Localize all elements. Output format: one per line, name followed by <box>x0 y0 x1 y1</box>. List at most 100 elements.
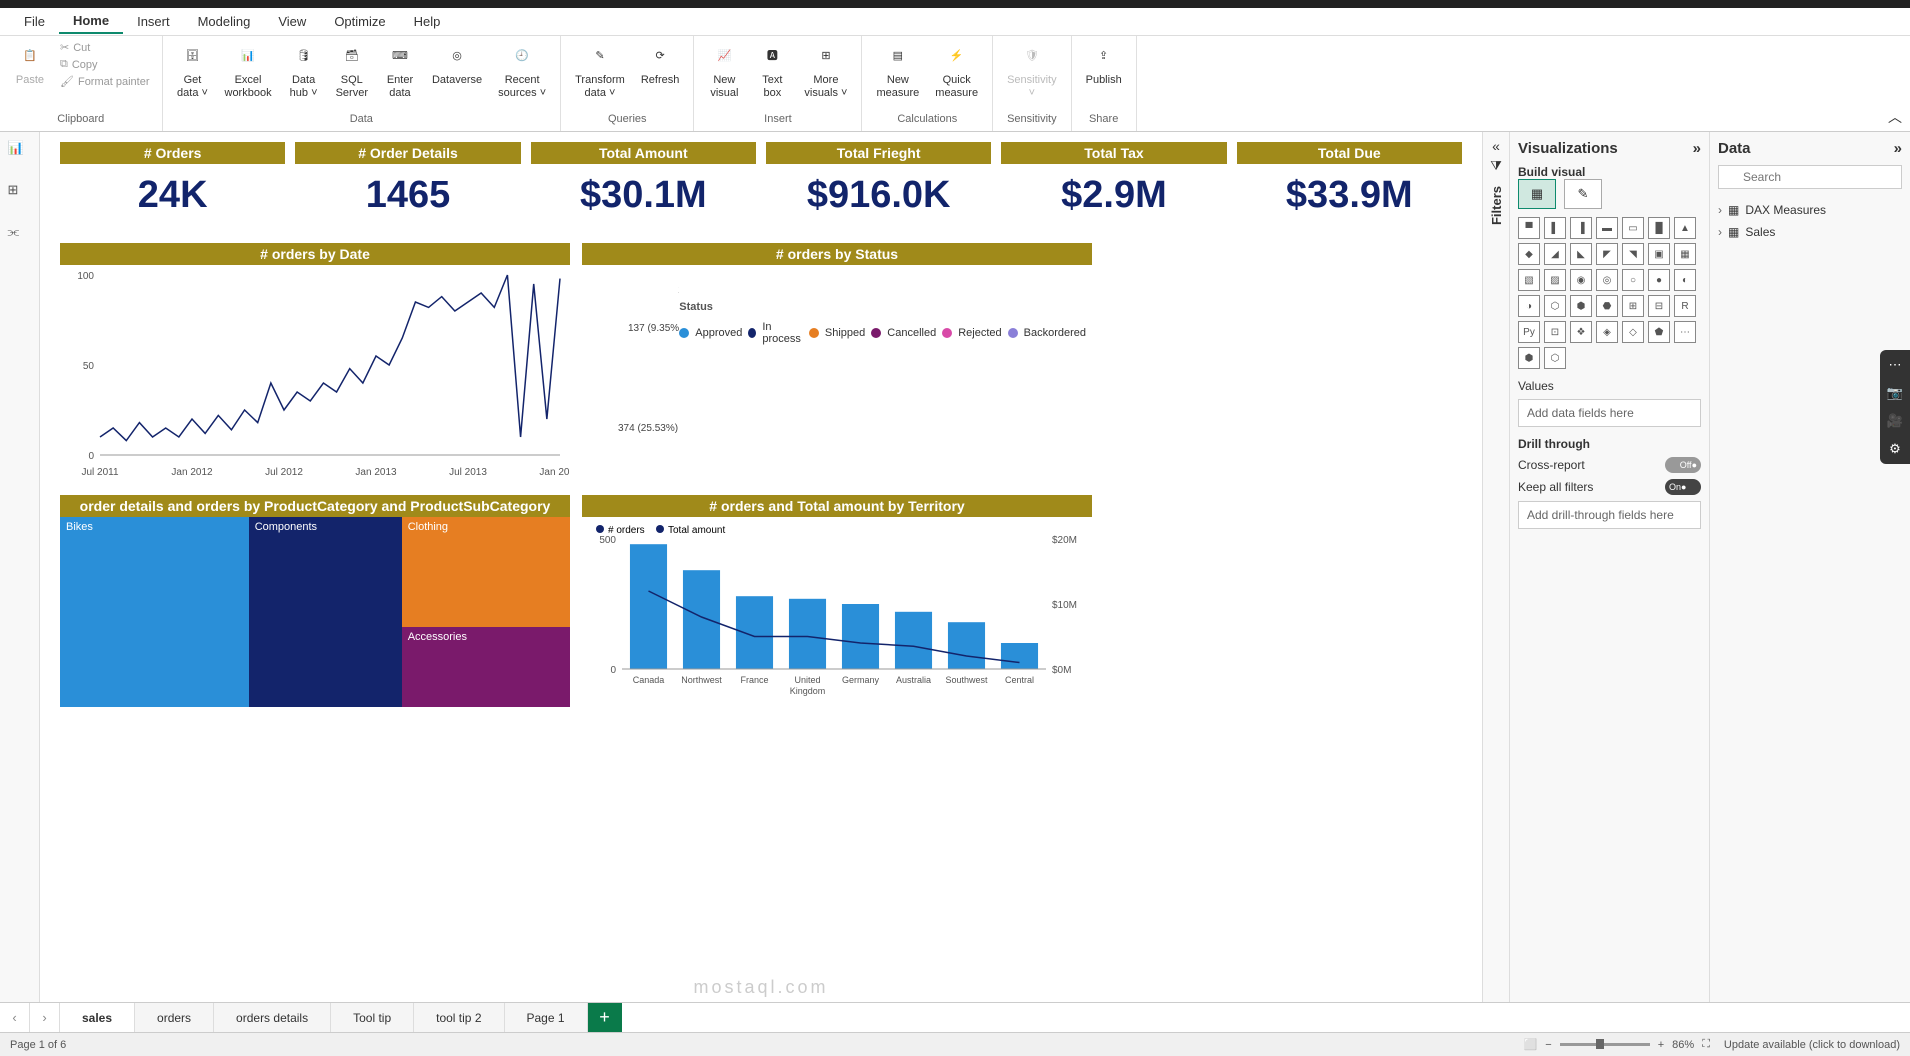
page-tab-page1[interactable]: Page 1 <box>505 1003 588 1032</box>
viz-type-icon[interactable]: █ <box>1648 217 1670 239</box>
viz-type-icon[interactable]: ⬢ <box>1570 295 1592 317</box>
format-painter-button[interactable]: 🖌Format painter <box>56 74 154 89</box>
quick-measure-button[interactable]: ⚡Quick measure <box>929 40 984 104</box>
viz-type-icon[interactable]: R <box>1674 295 1696 317</box>
viz-type-icon[interactable]: ◉ <box>1570 269 1592 291</box>
refresh-button[interactable]: ⟳Refresh <box>635 40 686 91</box>
build-mode-fields[interactable]: ▦ <box>1518 179 1556 209</box>
viz-type-icon[interactable]: ▣ <box>1648 243 1670 265</box>
treemap-components[interactable]: Components <box>249 517 402 707</box>
video-icon[interactable]: 🎥 <box>1884 410 1906 432</box>
viz-type-icon[interactable]: ⬡ <box>1544 295 1566 317</box>
page-tab-orders-details[interactable]: orders details <box>214 1003 331 1032</box>
menu-file[interactable]: File <box>10 10 59 33</box>
legend-item[interactable]: Approved <box>679 327 742 339</box>
values-well[interactable]: Add data fields here <box>1518 399 1701 427</box>
more-tools-icon[interactable]: ⋯ <box>1884 354 1906 376</box>
more-visuals-button[interactable]: ⊞More visuals ˅ <box>798 40 853 104</box>
sensitivity-button[interactable]: 🛡Sensitivity ˅ <box>1001 40 1063 104</box>
menu-view[interactable]: View <box>264 10 320 33</box>
model-view-button[interactable]: ⫘ <box>8 224 32 248</box>
kpi-total-freight[interactable]: Total Frieght$916.0K <box>766 142 991 227</box>
gear-icon[interactable]: ⚙ <box>1884 438 1906 460</box>
kpi-orders[interactable]: # Orders24K <box>60 142 285 227</box>
viz-type-icon[interactable]: ❖ <box>1570 321 1592 343</box>
enter-data-button[interactable]: ⌨Enter data <box>378 40 422 104</box>
cross-report-toggle[interactable]: Off● <box>1665 457 1701 473</box>
report-view-button[interactable]: 📊 <box>8 140 32 164</box>
viz-type-icon[interactable]: ◈ <box>1596 321 1618 343</box>
viz-type-icon[interactable]: ○ <box>1622 269 1644 291</box>
treemap-accessories[interactable]: Accessories <box>402 627 570 707</box>
copy-button[interactable]: ⧉Copy <box>56 57 154 72</box>
viz-type-icon[interactable]: ▀ <box>1518 217 1540 239</box>
viz-type-icon[interactable]: ▌ <box>1544 217 1566 239</box>
filters-pane-collapsed[interactable]: « ⧩ Filters <box>1482 132 1510 1002</box>
zoom-in-button[interactable]: + <box>1658 1039 1664 1051</box>
full-screen-button[interactable]: ⛶ <box>1702 1038 1710 1051</box>
page-tab-sales[interactable]: sales <box>60 1003 135 1032</box>
viz-type-icon[interactable]: ◑ <box>1518 295 1540 317</box>
update-notice[interactable]: Update available (click to download) <box>1724 1039 1900 1051</box>
treemap-bikes[interactable]: Bikes <box>60 517 249 707</box>
sql-button[interactable]: 🗃SQL Server <box>330 40 374 104</box>
camera-icon[interactable]: 📷 <box>1884 382 1906 404</box>
add-page-button[interactable]: + <box>588 1003 622 1032</box>
excel-button[interactable]: 📊Excel workbook <box>219 40 278 104</box>
expand-icon[interactable]: » <box>1894 140 1902 157</box>
viz-type-icon[interactable]: ⬡ <box>1544 347 1566 369</box>
treemap-product-category[interactable]: order details and orders by ProductCateg… <box>60 495 570 707</box>
viz-type-icon[interactable]: ▨ <box>1544 269 1566 291</box>
viz-type-icon[interactable]: ◎ <box>1596 269 1618 291</box>
treemap-clothing[interactable]: Clothing <box>402 517 570 627</box>
keep-filters-toggle[interactable]: On● <box>1665 479 1701 495</box>
viz-type-icon[interactable]: ⊞ <box>1622 295 1644 317</box>
fit-icon[interactable]: ⬜ <box>1524 1038 1538 1051</box>
viz-type-icon[interactable]: ◇ <box>1622 321 1644 343</box>
pie-chart-orders-by-status[interactable]: # orders by Status 396 (27.03%)392 (26.7… <box>582 243 1092 485</box>
field-dax-measures[interactable]: ▦DAX Measures <box>1718 199 1902 221</box>
menu-insert[interactable]: Insert <box>123 10 184 33</box>
menu-home[interactable]: Home <box>59 9 123 34</box>
legend-item[interactable]: Cancelled <box>871 327 936 339</box>
transform-data-button[interactable]: ✎Transform data ˅ <box>569 40 631 104</box>
viz-type-icon[interactable]: ⊟ <box>1648 295 1670 317</box>
page-tab-orders[interactable]: orders <box>135 1003 214 1032</box>
ribbon-collapse-button[interactable]: ︿ <box>1888 107 1902 127</box>
build-mode-format[interactable]: ✎ <box>1564 179 1602 209</box>
line-chart-orders-by-date[interactable]: # orders by Date 050100Jul 2011Jan 2012J… <box>60 243 570 485</box>
viz-type-icon[interactable]: ⬟ <box>1648 321 1670 343</box>
publish-button[interactable]: ⇪Publish <box>1080 40 1128 91</box>
legend-item[interactable]: In process <box>748 321 803 345</box>
viz-type-icon[interactable]: Py <box>1518 321 1540 343</box>
viz-type-icon[interactable]: ▦ <box>1674 243 1696 265</box>
paste-button[interactable]: 📋 Paste <box>8 40 52 91</box>
viz-type-icon[interactable]: ◥ <box>1622 243 1644 265</box>
viz-type-icon[interactable]: ◢ <box>1544 243 1566 265</box>
drill-well[interactable]: Add drill-through fields here <box>1518 501 1701 529</box>
cut-button[interactable]: ✂Cut <box>56 40 154 55</box>
report-canvas[interactable]: # Orders24K # Order Details1465 Total Am… <box>40 132 1482 1002</box>
kpi-total-due[interactable]: Total Due$33.9M <box>1237 142 1462 227</box>
field-sales[interactable]: ▦Sales <box>1718 221 1902 243</box>
viz-type-icon[interactable]: ◣ <box>1570 243 1592 265</box>
combo-chart-territory[interactable]: # orders and Total amount by Territory #… <box>582 495 1092 707</box>
viz-type-icon[interactable]: ⊡ <box>1544 321 1566 343</box>
viz-type-icon[interactable]: ◤ <box>1596 243 1618 265</box>
tab-next-button[interactable]: › <box>30 1003 60 1032</box>
expand-icon[interactable]: » <box>1693 140 1701 157</box>
viz-type-icon[interactable]: ▬ <box>1596 217 1618 239</box>
page-tab-tooltip[interactable]: Tool tip <box>331 1003 414 1032</box>
dataverse-button[interactable]: ◎Dataverse <box>426 40 488 91</box>
new-visual-button[interactable]: 📈New visual <box>702 40 746 104</box>
get-data-button[interactable]: 🗄Get data ˅ <box>171 40 215 104</box>
legend-item[interactable]: Shipped <box>809 327 865 339</box>
viz-type-icon[interactable]: ● <box>1648 269 1670 291</box>
zoom-out-button[interactable]: − <box>1545 1039 1551 1051</box>
legend-item[interactable]: Backordered <box>1008 327 1086 339</box>
new-measure-button[interactable]: ▤New measure <box>870 40 925 104</box>
zoom-slider[interactable] <box>1560 1043 1650 1046</box>
kpi-total-tax[interactable]: Total Tax$2.9M <box>1001 142 1226 227</box>
search-input[interactable] <box>1718 165 1902 189</box>
viz-type-icon[interactable]: ▲ <box>1674 217 1696 239</box>
